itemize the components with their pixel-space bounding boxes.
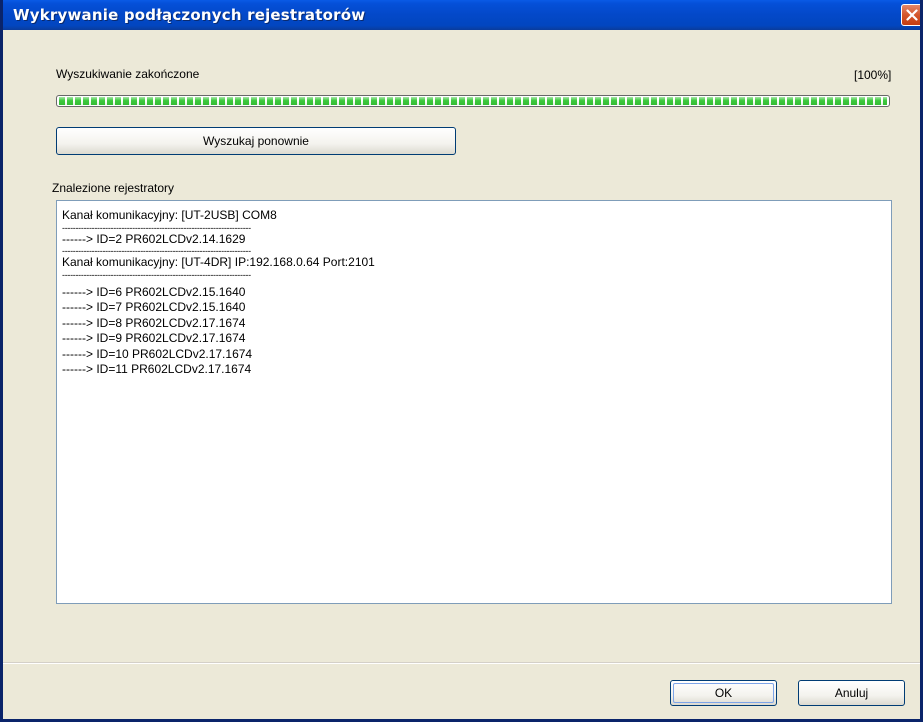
list-item[interactable]: ------> ID=8 PR602LCDv2.17.1674 [62,316,891,332]
list-item[interactable]: ------> ID=6 PR602LCDv2.15.1640 [62,285,891,301]
list-item[interactable]: ------> ID=11 PR602LCDv2.17.1674 [62,362,891,378]
list-item[interactable]: Kanał komunikacyjny: [UT-2USB] COM8 [62,208,891,224]
search-status-label: Wyszukiwanie zakończone [56,67,200,81]
found-recorders-list[interactable]: Kanał komunikacyjny: [UT-2USB] COM8 -----… [56,200,892,604]
search-progress-bar [56,95,890,107]
list-separator: ----------------------------------------… [62,247,251,255]
title-bar[interactable]: Wykrywanie podłączonych rejestratorów [3,0,920,30]
list-item[interactable]: Kanał komunikacyjny: [UT-4DR] IP:192.168… [62,255,891,271]
close-icon [906,9,918,21]
detect-recorders-dialog: Wykrywanie podłączonych rejestratorów Wy… [0,0,923,722]
progress-bar-fill [59,97,887,105]
footer-divider [3,662,920,664]
progress-percent-label: [100%] [854,68,892,82]
list-item[interactable]: ------> ID=2 PR602LCDv2.14.1629 [62,232,891,248]
close-button[interactable] [901,4,920,26]
search-again-button[interactable]: Wyszukaj ponownie [56,127,456,155]
list-item[interactable]: ------> ID=9 PR602LCDv2.17.1674 [62,331,891,347]
ok-button[interactable]: OK [670,680,777,706]
list-separator: ----------------------------------------… [62,270,251,279]
progress-bar-gloss [59,97,887,105]
cancel-button[interactable]: Anuluj [798,680,905,706]
list-item[interactable]: ------> ID=10 PR602LCDv2.17.1674 [62,347,891,363]
window-title: Wykrywanie podłączonych rejestratorów [13,6,366,24]
list-item[interactable]: ------> ID=7 PR602LCDv2.15.1640 [62,300,891,316]
found-recorders-label: Znalezione rejestratory [52,181,175,195]
list-separator: ----------------------------------------… [62,223,251,232]
